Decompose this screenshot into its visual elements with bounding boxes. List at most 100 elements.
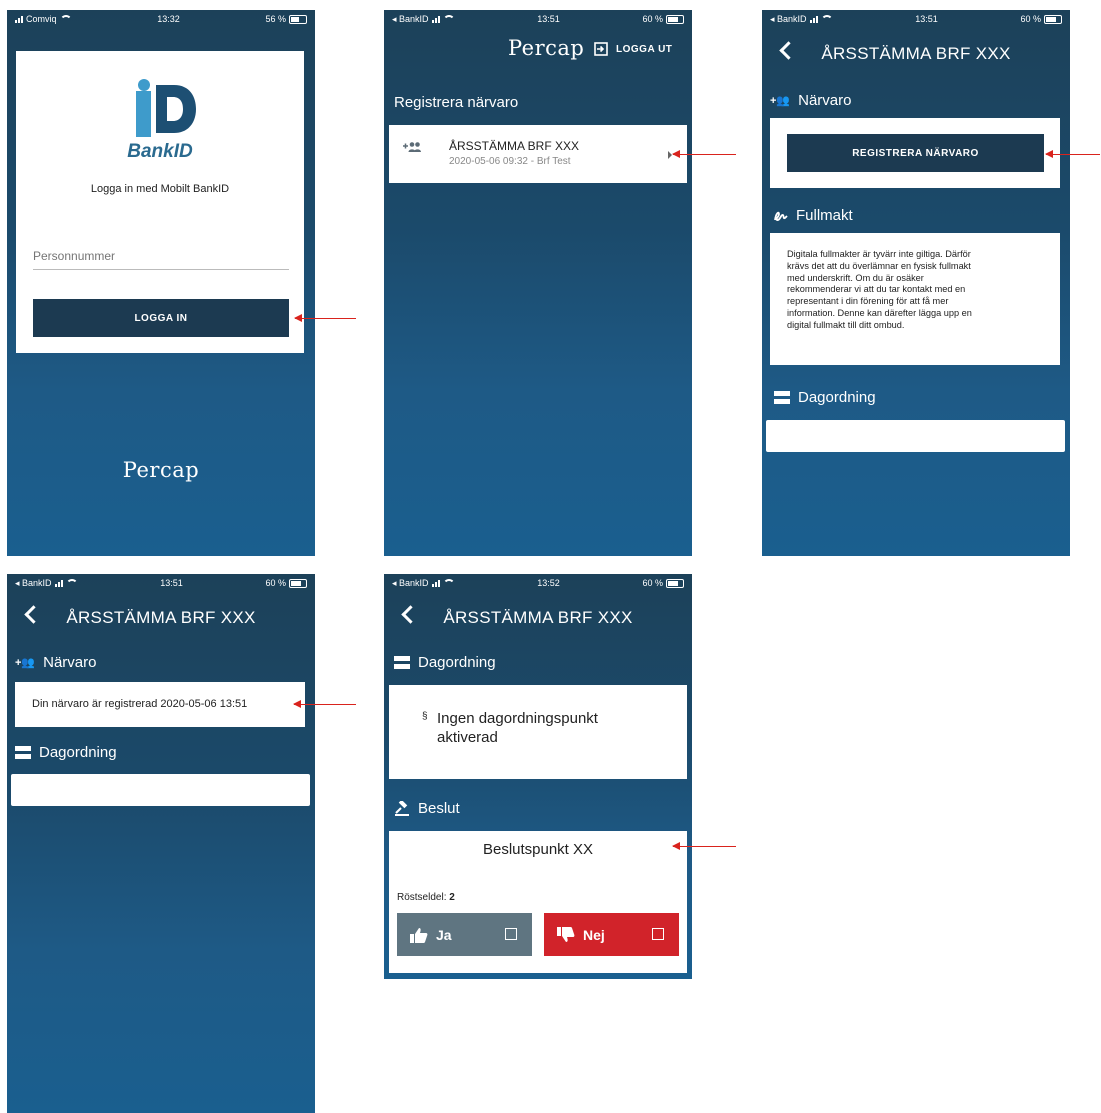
dagordning-section-title: Dagordning [15, 744, 117, 761]
agenda-line-2: aktiverad [437, 729, 498, 746]
login-button[interactable]: LOGGA IN [33, 299, 289, 337]
battery-percent: 56 % [265, 14, 286, 24]
wifi-icon [820, 15, 833, 23]
annotation-arrow [1045, 150, 1100, 158]
nav-bar: ÅRSSTÄMMA BRF XXX [762, 32, 1070, 76]
carrier: ◂ BankID [392, 577, 429, 588]
dagordning-label: Dagordning [39, 744, 117, 761]
battery-icon [289, 14, 307, 24]
battery-percent: 60 % [642, 14, 663, 24]
fullmakt-line: representant i din förening för att få m… [787, 296, 949, 307]
signal-icon [431, 579, 440, 587]
personnummer-input[interactable] [33, 243, 289, 270]
battery-icon [1044, 14, 1062, 24]
login-prompt: Logga in med Mobilt BankID [90, 183, 230, 195]
screen-login: Comviq 13:32 56 % BankID Logga in med Mo… [7, 10, 315, 556]
logout-label: LOGGA UT [616, 43, 673, 55]
clock: 13:51 [160, 578, 183, 588]
bankid-wordmark: BankID [127, 141, 193, 162]
thumbs-down-icon [557, 926, 575, 942]
add-people-icon: +👥 [770, 95, 791, 107]
screen-meetings: ◂ BankID 13:51 60 % Percap LOGGA UT Regi… [384, 10, 692, 556]
status-bar: ◂ BankID 13:52 60 % [384, 574, 692, 592]
paragraph-icon: § [422, 711, 428, 722]
nav-bar: ÅRSSTÄMMA BRF XXX [384, 596, 692, 640]
registered-text: Din närvaro är registrerad 2020-05-06 13… [32, 698, 248, 710]
annotation-arrow [294, 314, 356, 322]
vote-no-label: Nej [583, 926, 605, 943]
register-attendance-button[interactable]: REGISTRERA NÄRVARO [787, 134, 1044, 172]
vote-yes-label: Ja [436, 926, 452, 943]
logout-icon [594, 42, 608, 56]
battery-icon [666, 578, 684, 588]
carrier: ◂ BankID [15, 577, 52, 588]
wifi-icon [59, 15, 72, 23]
agenda-icon [774, 391, 790, 404]
fullmakt-line: rekommenderar vi att du tar kontakt med … [787, 284, 966, 295]
agenda-line-1: Ingen dagordningspunkt [437, 710, 598, 727]
gavel-icon [395, 801, 409, 816]
annotation-arrow [293, 700, 356, 708]
beslut-label: Beslut [418, 800, 460, 817]
carrier: ◂ BankID [770, 13, 807, 24]
agenda-card: § Ingen dagordningspunkt aktiverad [389, 685, 687, 779]
dagordning-label: Dagordning [798, 389, 876, 406]
signature-icon [774, 211, 788, 221]
clock: 13:52 [537, 578, 560, 588]
status-bar: ◂ BankID 13:51 60 % [762, 10, 1070, 28]
status-bar: ◂ BankID 13:51 60 % [384, 10, 692, 28]
percap-logo: Percap [122, 458, 200, 482]
back-chevron-icon[interactable] [401, 605, 420, 624]
carrier: ◂ BankID [392, 13, 429, 24]
screen-meeting-detail: ◂ BankID 13:51 60 % ÅRSSTÄMMA BRF XXX +👥… [762, 10, 1070, 556]
meeting-list-item[interactable]: ÅRSSTÄMMA BRF XXX 2020-05-06 09:32 - Brf… [389, 125, 687, 183]
screen-attendance-registered: ◂ BankID 13:51 60 % ÅRSSTÄMMA BRF XXX +👥… [7, 574, 315, 1113]
wifi-icon [65, 579, 78, 587]
vote-no-button[interactable]: Nej [544, 913, 679, 956]
fullmakt-line: med underskrift. Om du är osäker [787, 272, 924, 283]
fullmakt-line: information. Denne kan därefter lägga up… [787, 307, 972, 318]
battery-icon [666, 14, 684, 24]
dagordning-card [11, 774, 310, 806]
registered-card: Din närvaro är registrerad 2020-05-06 13… [15, 682, 305, 727]
page-title: ÅRSSTÄMMA BRF XXX [443, 608, 633, 627]
narvaro-card: REGISTRERA NÄRVARO [770, 118, 1060, 188]
wifi-icon [442, 15, 455, 23]
page-title: ÅRSSTÄMMA BRF XXX [821, 44, 1011, 63]
fullmakt-label: Fullmakt [796, 207, 853, 224]
battery-percent: 60 % [1020, 14, 1041, 24]
beslut-section-title: Beslut [394, 800, 460, 817]
narvaro-label: Närvaro [798, 92, 852, 109]
narvaro-label: Närvaro [43, 654, 97, 671]
nav-bar: ÅRSSTÄMMA BRF XXX [7, 596, 315, 640]
thumbs-up-icon [410, 927, 428, 943]
narvaro-section-title: +👥 Närvaro [15, 654, 96, 671]
yes-checkbox[interactable] [505, 928, 517, 940]
dagordning-section-title: Dagordning [774, 389, 876, 406]
agenda-icon [394, 656, 410, 669]
fullmakt-section-title: Fullmakt [774, 207, 853, 224]
back-chevron-icon[interactable] [24, 605, 43, 624]
wifi-icon [442, 579, 455, 587]
fullmakt-line: krävs det att du överlämnar en fysisk fu… [787, 260, 971, 271]
fullmakt-line: Digitala fullmakter är tyvärr inte gilti… [787, 249, 971, 259]
logout-button[interactable]: LOGGA UT [594, 42, 672, 56]
signal-icon [15, 15, 23, 23]
clock: 13:51 [537, 14, 560, 24]
vote-yes-button[interactable]: Ja [397, 913, 532, 956]
signal-icon [809, 15, 818, 23]
carrier: Comviq [26, 14, 57, 24]
add-people-icon [403, 142, 421, 152]
login-card: BankID Logga in med Mobilt BankID LOGGA … [16, 51, 304, 353]
ballot-label: Röstseldel: [397, 892, 447, 903]
dagordning-section-title: Dagordning [394, 654, 496, 671]
fullmakt-text: Digitala fullmakter är tyvärr inte gilti… [787, 249, 1049, 332]
status-bar: ◂ BankID 13:51 60 % [7, 574, 315, 592]
dagordning-label: Dagordning [418, 654, 496, 671]
dagordning-card [766, 420, 1065, 452]
back-chevron-icon[interactable] [779, 41, 798, 60]
top-bar: Percap LOGGA UT [384, 32, 692, 72]
annotation-arrow [672, 842, 736, 850]
battery-percent: 60 % [642, 578, 663, 588]
no-checkbox[interactable] [652, 928, 664, 940]
